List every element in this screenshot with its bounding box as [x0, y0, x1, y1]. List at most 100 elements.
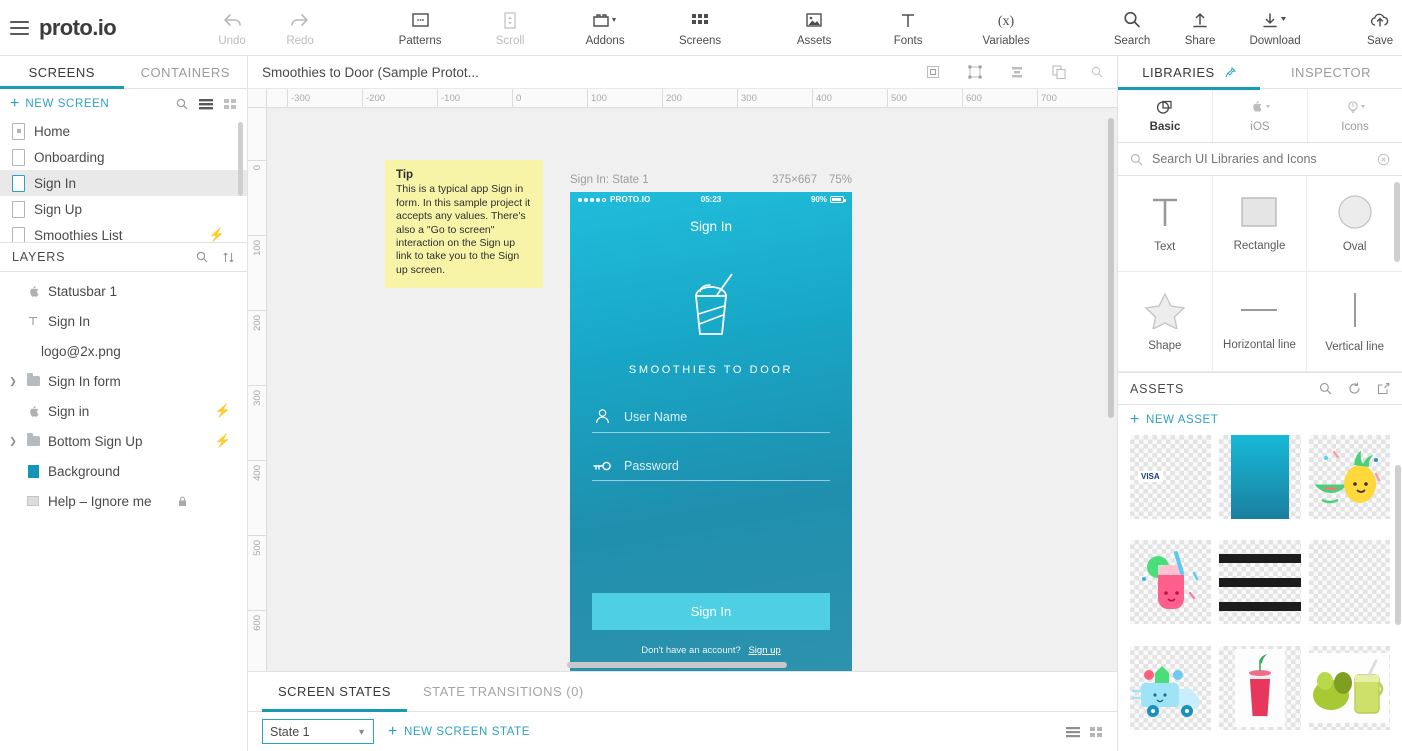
screens-button[interactable]: Screens: [666, 0, 734, 56]
list-view-icon[interactable]: [1066, 726, 1080, 738]
states-controls-row: State 1 ▼ + NEW SCREEN STATE: [248, 712, 1117, 751]
phone-preview[interactable]: PROTO.IO 05:23 90% Sign In SMOOTHIES TO …: [570, 192, 852, 671]
layer-item-statusbar[interactable]: Statusbar 1: [0, 276, 247, 306]
layers-search-icon[interactable]: [196, 251, 208, 264]
screen-item-label: Onboarding: [34, 149, 105, 165]
screen-item-onboarding[interactable]: Onboarding: [0, 144, 247, 170]
screens-search-icon[interactable]: [176, 98, 188, 110]
design-canvas[interactable]: Tip This is a typical app Sign in form. …: [267, 108, 1117, 671]
libtab-icons[interactable]: Icons: [1308, 89, 1402, 142]
layer-expander-icon[interactable]: ❯: [8, 436, 18, 447]
assets-button[interactable]: Assets: [780, 0, 848, 56]
share-upload-icon: [1191, 8, 1209, 32]
library-search-input[interactable]: [1152, 152, 1368, 166]
state-select[interactable]: State 1 ▼: [262, 719, 374, 744]
ruler-tick: -100: [437, 89, 460, 107]
ruler-corner: [248, 89, 267, 107]
clear-search-icon[interactable]: [1377, 153, 1390, 166]
signup-link[interactable]: Sign up: [748, 645, 780, 656]
asset-green-smoothie[interactable]: [1308, 645, 1390, 730]
asset-pineapple-watermelon[interactable]: [1308, 435, 1390, 519]
canvas-horizontal-scrollbar[interactable]: [567, 662, 787, 668]
asset-empty[interactable]: [1308, 540, 1390, 625]
new-screen-button[interactable]: NEW SCREEN: [25, 98, 109, 110]
tab-containers[interactable]: CONTAINERS: [124, 56, 248, 88]
canvas-vertical-scrollbar[interactable]: [1108, 118, 1114, 418]
ruler-tick: 100: [248, 235, 266, 256]
asset-red-smoothie[interactable]: [1219, 645, 1301, 730]
vertical-line-icon: [1337, 290, 1373, 330]
layer-item-bottom-sign-up[interactable]: ❯ Bottom Sign Up ⚡: [0, 426, 247, 456]
green-smoothie-photo: [1309, 652, 1390, 723]
asset-visa-card[interactable]: VISA: [1130, 435, 1212, 519]
tab-libraries[interactable]: LIBRARIES: [1118, 56, 1260, 90]
layer-item-logo[interactable]: logo@2x.png: [0, 336, 247, 366]
screen-item-smoothies-list[interactable]: Smoothies List ⚡: [0, 222, 247, 242]
password-field[interactable]: Password: [592, 459, 830, 481]
library-item-text[interactable]: Text: [1118, 176, 1213, 272]
screen-item-home[interactable]: Home: [0, 118, 247, 144]
save-button[interactable]: Save: [1346, 0, 1402, 56]
duplicate-icon[interactable]: [1051, 64, 1067, 80]
share-button[interactable]: Share: [1166, 0, 1234, 56]
layer-expander-icon[interactable]: ❯: [8, 376, 18, 387]
redo-button[interactable]: Redo: [266, 0, 334, 56]
tab-screen-states[interactable]: SCREEN STATES: [262, 672, 407, 712]
layer-item-sign-in-text[interactable]: Sign In: [0, 306, 247, 336]
tip-note[interactable]: Tip This is a typical app Sign in form. …: [385, 160, 543, 289]
screens-list-view-icon[interactable]: [199, 98, 213, 110]
library-item-shape[interactable]: Shape: [1118, 272, 1213, 372]
external-link-icon[interactable]: [1377, 382, 1390, 395]
tab-inspector[interactable]: INSPECTOR: [1260, 56, 1402, 89]
phone-signin-button[interactable]: Sign In: [592, 593, 830, 630]
patterns-button[interactable]: Patterns: [386, 0, 454, 56]
library-item-horizontal-line[interactable]: Horizontal line: [1212, 272, 1308, 372]
align-icon[interactable]: [1009, 64, 1025, 80]
hamburger-menu-icon[interactable]: [10, 20, 29, 35]
library-item-vertical-line[interactable]: Vertical line: [1307, 272, 1402, 372]
search-button[interactable]: Search: [1098, 0, 1166, 56]
screens-list[interactable]: Home Onboarding Sign In Sign Up Smoothie…: [0, 118, 247, 242]
library-scrollbar[interactable]: [1394, 182, 1400, 262]
libtab-ios[interactable]: iOS: [1213, 89, 1308, 142]
tab-state-transitions[interactable]: STATE TRANSITIONS (0): [407, 672, 600, 711]
refresh-icon[interactable]: [1348, 382, 1361, 395]
libtab-basic[interactable]: Basic: [1118, 89, 1213, 142]
layer-item-help[interactable]: Help – Ignore me: [0, 486, 247, 516]
assets-scrollbar[interactable]: [1395, 465, 1401, 625]
layer-item-sign-in-button[interactable]: Sign in ⚡: [0, 396, 247, 426]
new-asset-button[interactable]: + NEW ASSET: [1118, 405, 1402, 435]
layer-item-background[interactable]: Background: [0, 456, 247, 486]
new-screen-state-button[interactable]: + NEW SCREEN STATE: [388, 723, 530, 740]
lock-icon: [178, 496, 187, 507]
asset-delivery-truck[interactable]: [1130, 645, 1212, 730]
username-field[interactable]: User Name: [592, 408, 830, 433]
addons-button[interactable]: Addons: [566, 0, 644, 56]
ruler-tick: 200: [662, 89, 682, 107]
project-title[interactable]: Smoothies to Door (Sample Protot...: [262, 65, 479, 80]
screens-grid-view-icon[interactable]: [224, 98, 237, 110]
pin-icon[interactable]: [1225, 66, 1236, 78]
screen-item-sign-in[interactable]: Sign In: [0, 170, 247, 196]
library-item-oval[interactable]: Oval: [1307, 176, 1402, 272]
undo-button[interactable]: Undo: [198, 0, 266, 56]
download-button[interactable]: Download: [1234, 0, 1316, 56]
grid-view-icon[interactable]: [1090, 726, 1103, 738]
fonts-button[interactable]: Fonts: [874, 0, 942, 56]
tab-screens[interactable]: SCREENS: [0, 56, 124, 89]
canvas-search-icon[interactable]: [1091, 66, 1117, 78]
variables-button[interactable]: (x) Variables: [968, 0, 1044, 56]
fit-screen-icon[interactable]: [925, 64, 941, 80]
screens-scrollbar[interactable]: [238, 122, 243, 196]
asset-blue-gradient[interactable]: [1219, 435, 1301, 519]
search-icon[interactable]: [1319, 382, 1332, 395]
asset-black-stripes[interactable]: [1219, 540, 1301, 625]
asset-pink-smoothie-cup[interactable]: [1130, 540, 1212, 625]
transform-icon[interactable]: [967, 64, 983, 80]
scroll-button[interactable]: Scroll: [476, 0, 544, 56]
layers-list[interactable]: Statusbar 1 Sign In logo@2x.png ❯ Sign I…: [0, 272, 247, 751]
layers-sort-icon[interactable]: [222, 251, 235, 264]
screen-item-sign-up[interactable]: Sign Up: [0, 196, 247, 222]
layer-item-sign-in-form[interactable]: ❯ Sign In form: [0, 366, 247, 396]
library-item-rectangle[interactable]: Rectangle: [1212, 176, 1308, 272]
